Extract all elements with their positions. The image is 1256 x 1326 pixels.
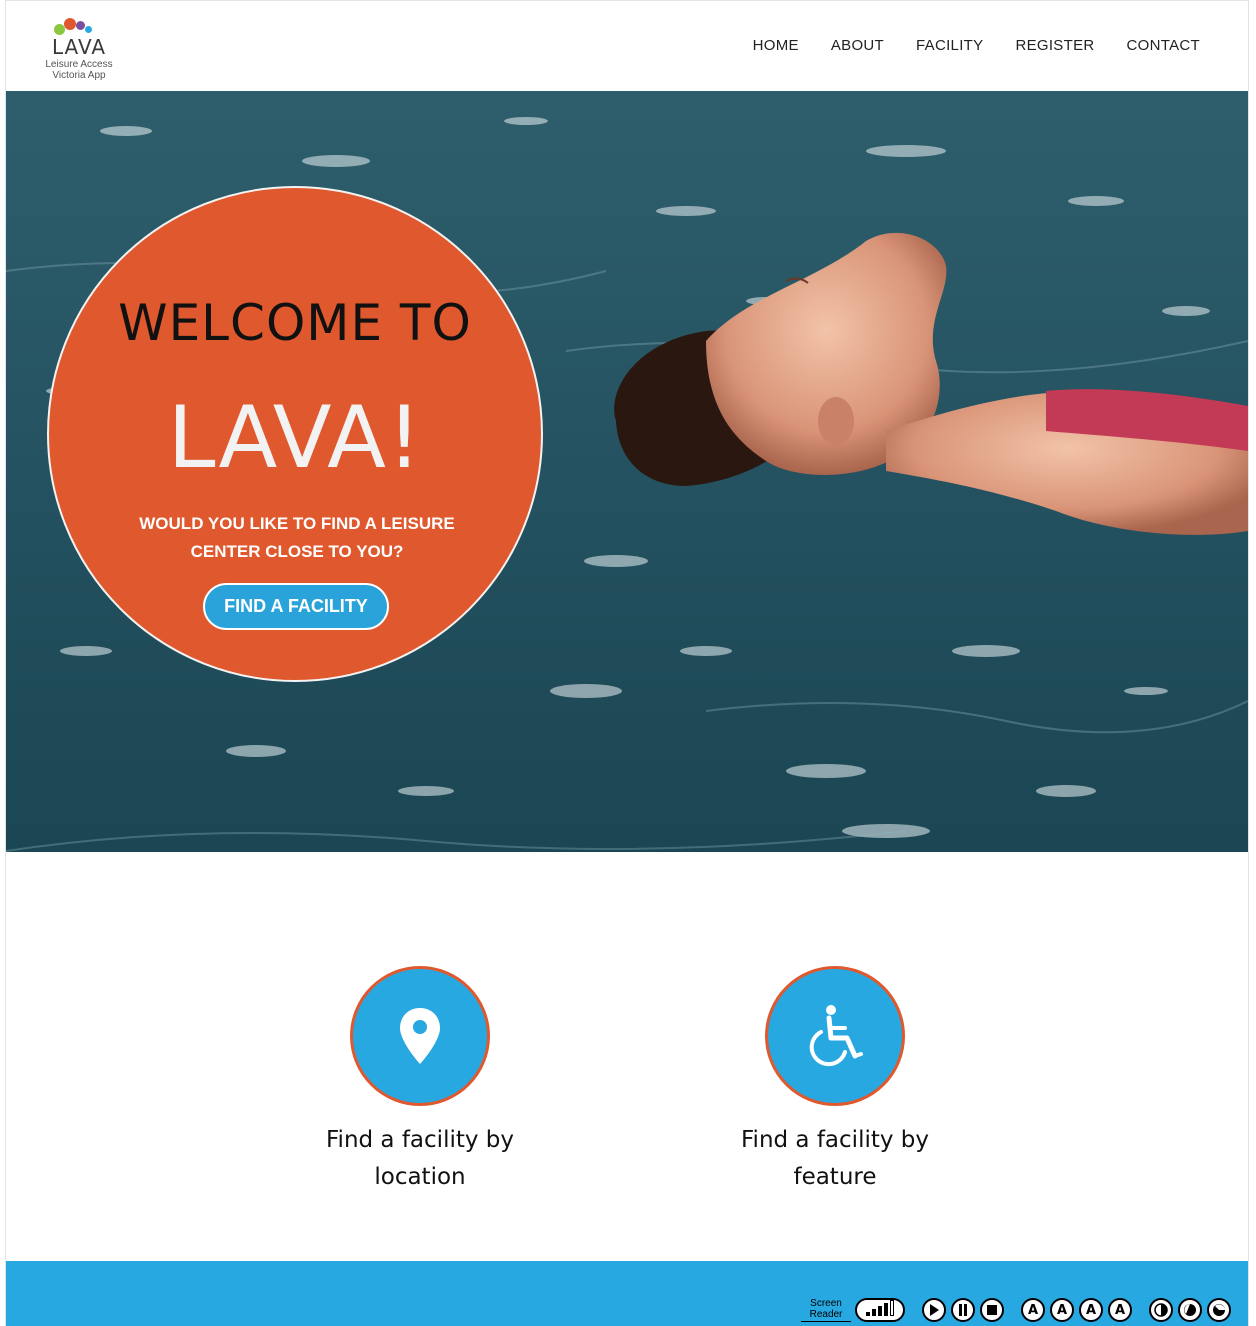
screen-reader-volume-toggle[interactable] [855, 1298, 905, 1322]
main-nav: HOME ABOUT FACILITY REGISTER CONTACT [753, 37, 1200, 54]
pause-icon[interactable] [951, 1298, 975, 1322]
screen-reader-label-line2: Reader [809, 1309, 843, 1320]
contrast-reset-icon[interactable] [1207, 1298, 1231, 1322]
logo-dot-blue [85, 26, 92, 33]
contrast-invert-icon[interactable] [1178, 1298, 1202, 1322]
feature-location-line2: location [374, 1164, 466, 1190]
logo-wordmark: LAVA [51, 35, 107, 59]
hero-banner: WELCOME TO LAVA! WOULD YOU LIKE TO FIND … [6, 91, 1248, 852]
location-pin-glyph [400, 1008, 440, 1064]
nav-about[interactable]: ABOUT [831, 37, 884, 54]
welcome-circle: WELCOME TO LAVA! WOULD YOU LIKE TO FIND … [47, 186, 543, 682]
stop-icon[interactable] [980, 1298, 1004, 1322]
lava-logo[interactable]: LAVA Leisure Access Victoria App [34, 16, 124, 86]
font-size-decrease-icon[interactable]: A [1050, 1298, 1074, 1322]
feature-feature-line1: Find a facility by [741, 1127, 929, 1153]
site-header: LAVA Leisure Access Victoria App HOME AB… [6, 0, 1248, 92]
logo-tagline: Leisure Access Victoria App [34, 59, 124, 81]
wheelchair-icon[interactable] [765, 966, 905, 1106]
logo-tagline-line2: Victoria App [52, 70, 106, 81]
logo-dots [54, 18, 104, 36]
font-default-icon[interactable]: A [1108, 1298, 1132, 1322]
logo-dot-purple [76, 21, 85, 30]
site-footer: Screen Reader A A A A [6, 1261, 1248, 1326]
feature-by-feature: Find a facility by feature [705, 966, 965, 1196]
logo-tagline-line1: Leisure Access [45, 59, 113, 70]
find-facility-button[interactable]: FIND A FACILITY [203, 583, 389, 630]
page-frame: LAVA Leisure Access Victoria App HOME AB… [5, 0, 1249, 1326]
feature-feature-line2: feature [793, 1164, 877, 1190]
nav-home[interactable]: HOME [753, 37, 799, 54]
accessibility-toolbar: Screen Reader A A A A [801, 1295, 1231, 1325]
nav-facility[interactable]: FACILITY [916, 37, 983, 54]
font-size-reset-icon[interactable]: A [1079, 1298, 1103, 1322]
hero-question: WOULD YOU LIKE TO FIND A LEISURE CENTER … [139, 514, 455, 561]
feature-by-location: Find a facility by location [290, 966, 550, 1196]
feature-location-line1: Find a facility by [326, 1127, 514, 1153]
location-pin-icon[interactable] [350, 966, 490, 1106]
brand-heading: LAVA! [167, 388, 423, 488]
screen-reader-label: Screen Reader [801, 1298, 851, 1322]
welcome-heading: WELCOME TO [118, 294, 472, 352]
nav-contact[interactable]: CONTACT [1127, 37, 1200, 54]
logo-dot-orange [64, 18, 76, 30]
nav-register[interactable]: REGISTER [1015, 37, 1094, 54]
contrast-icon[interactable] [1149, 1298, 1173, 1322]
features-section: Find a facility by location Find a facil… [6, 852, 1248, 1261]
play-icon[interactable] [922, 1298, 946, 1322]
feature-location-caption[interactable]: Find a facility by location [290, 1122, 550, 1196]
font-size-increase-icon[interactable]: A [1021, 1298, 1045, 1322]
feature-feature-caption[interactable]: Find a facility by feature [705, 1122, 965, 1196]
wheelchair-glyph [809, 1005, 863, 1067]
screen-reader-label-line1: Screen [810, 1298, 842, 1309]
